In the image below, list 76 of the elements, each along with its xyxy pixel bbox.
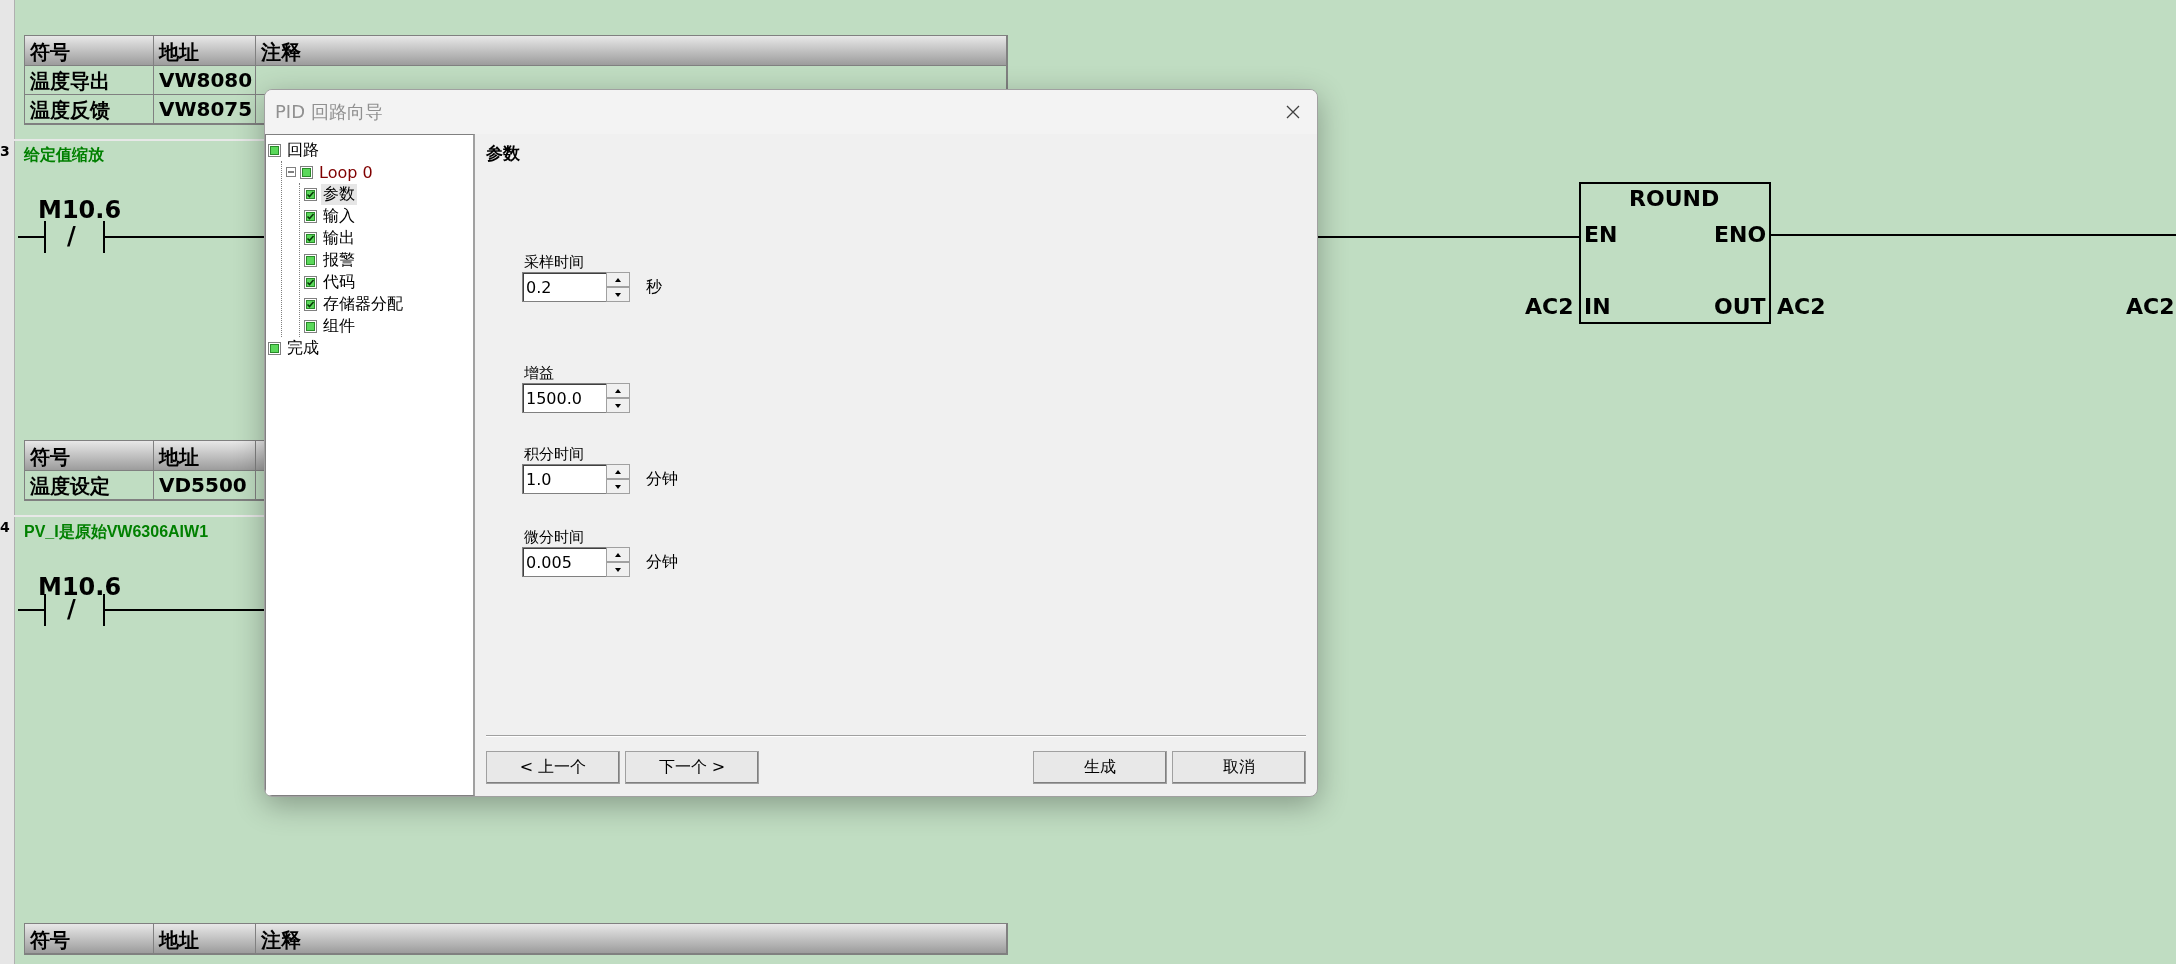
contact-sign: / xyxy=(67,224,76,248)
tree-item[interactable]: Loop 0 xyxy=(317,162,375,182)
number-field[interactable]: 0.005 xyxy=(522,547,606,577)
pin-label: IN xyxy=(1584,296,1611,318)
field-label: 增益 xyxy=(524,364,555,383)
operand-label: AC2 xyxy=(1777,296,1826,318)
column-header: 注释 xyxy=(256,36,1007,66)
down-triangle-icon xyxy=(615,403,621,408)
tree-item[interactable]: 代码 xyxy=(321,271,357,293)
collapse-toggle[interactable] xyxy=(286,167,296,177)
unit-label: 秒 xyxy=(646,276,662,298)
spin-up-button[interactable] xyxy=(606,272,630,287)
field-label: 积分时间 xyxy=(524,445,585,464)
table-cell: VD5500 xyxy=(154,471,256,500)
tree-item[interactable]: 回路 xyxy=(285,139,321,161)
table-cell: 温度导出 xyxy=(25,66,154,95)
up-triangle-icon xyxy=(615,277,621,282)
close-icon xyxy=(1285,104,1301,120)
column-header: 符号 xyxy=(25,924,154,954)
number-field[interactable]: 1500.0 xyxy=(522,383,606,413)
column-header: 符号 xyxy=(25,441,154,471)
action-button[interactable]: 生成 xyxy=(1033,751,1167,784)
section-title: 参数 xyxy=(486,142,521,165)
column-header: 注释 xyxy=(256,924,1007,954)
network-title: PV_I是原始VW6306AIW1 xyxy=(24,522,209,542)
operand-label: AC2 xyxy=(1525,296,1574,318)
pin-label: ENO xyxy=(1714,224,1767,246)
down-triangle-icon xyxy=(615,484,621,489)
network-number: 3 xyxy=(0,143,10,159)
block-title: ROUND xyxy=(1629,188,1720,210)
action-button[interactable]: 取消 xyxy=(1172,751,1306,784)
pin-label: EN xyxy=(1584,224,1618,246)
network-number: 4 xyxy=(0,519,10,535)
number-field[interactable]: 1.0 xyxy=(522,464,606,494)
up-triangle-icon xyxy=(615,552,621,557)
field-label: 采样时间 xyxy=(524,253,585,272)
tree-item[interactable]: 输入 xyxy=(321,205,357,227)
contact-address: M10.6 xyxy=(38,198,122,222)
table-cell: VW8075 xyxy=(154,95,256,124)
column-header: 符号 xyxy=(25,36,154,66)
spin-up-button[interactable] xyxy=(606,383,630,398)
contact-address: M10.6 xyxy=(38,575,122,599)
pin-label: OUT xyxy=(1714,296,1766,318)
tree-item[interactable]: 报警 xyxy=(321,249,357,271)
unit-label: 分钟 xyxy=(646,551,678,573)
spin-up-button[interactable] xyxy=(606,464,630,479)
network-title: 给定值缩放 xyxy=(24,145,104,165)
contact-sign: / xyxy=(67,597,76,621)
tree-item[interactable]: 组件 xyxy=(321,315,357,337)
nav-button[interactable]: 下一个 > xyxy=(625,751,759,784)
nav-button[interactable]: < 上一个 xyxy=(486,751,620,784)
field-label: 微分时间 xyxy=(524,528,585,547)
table-cell: VW8080 xyxy=(154,66,256,95)
down-triangle-icon xyxy=(615,567,621,572)
operand-label: AC2 xyxy=(2126,296,2175,318)
spin-down-button[interactable] xyxy=(606,479,630,494)
tree-item[interactable]: 完成 xyxy=(285,337,321,359)
number-field[interactable]: 0.2 xyxy=(522,272,606,302)
up-triangle-icon xyxy=(615,469,621,474)
table-cell: 温度反馈 xyxy=(25,95,154,124)
dialog-title: PID 回路向导 xyxy=(275,100,383,124)
spin-down-button[interactable] xyxy=(606,287,630,302)
table-cell: 温度设定 xyxy=(25,471,154,500)
down-triangle-icon xyxy=(615,292,621,297)
unit-label: 分钟 xyxy=(646,468,678,490)
minus-icon xyxy=(288,169,294,175)
spin-up-button[interactable] xyxy=(606,547,630,562)
column-header: 地址 xyxy=(154,441,256,471)
tree-item[interactable]: 存储器分配 xyxy=(321,293,405,315)
column-header: 地址 xyxy=(154,36,256,66)
up-triangle-icon xyxy=(615,388,621,393)
spin-down-button[interactable] xyxy=(606,562,630,577)
tree-item[interactable]: 参数 xyxy=(321,183,357,205)
column-header: 地址 xyxy=(154,924,256,954)
tree-item[interactable]: 输出 xyxy=(321,227,357,249)
spin-down-button[interactable] xyxy=(606,398,630,413)
